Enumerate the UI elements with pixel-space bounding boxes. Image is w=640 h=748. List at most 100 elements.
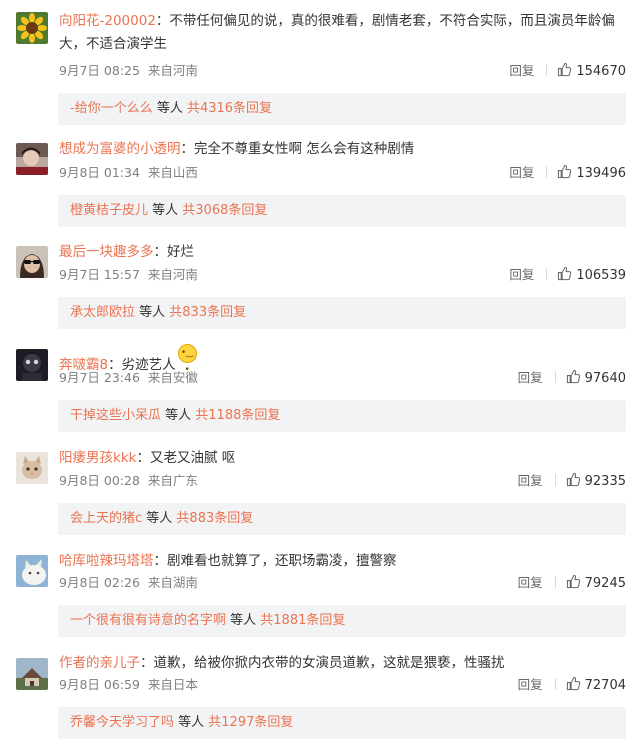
comment-actions: 回复 154670: [509, 62, 626, 80]
reply-user-link[interactable]: 会上天的猪c: [70, 511, 142, 526]
comment-date: 9月7日 23:46: [59, 370, 140, 385]
comment-location: 来自河南: [147, 63, 198, 78]
reply-count-link[interactable]: 共1188条回复: [195, 408, 280, 423]
comment-body: 又老又油腻 呕: [149, 450, 236, 466]
comment-separator: ：: [180, 141, 195, 157]
reply-count-link[interactable]: 共883条回复: [176, 511, 253, 526]
reply-button[interactable]: 回复: [518, 676, 543, 694]
replies-preview[interactable]: 干掉这些小呆瓜 等人 共1188条回复: [58, 400, 626, 432]
reply-button[interactable]: 回复: [509, 62, 534, 80]
like-button[interactable]: 79245: [566, 574, 626, 593]
comment-separator: ：: [140, 655, 154, 671]
comment-text: 最后一块趣多多：好烂: [59, 241, 628, 263]
reply-count-link[interactable]: 共3068条回复: [182, 203, 267, 218]
action-divider: [554, 474, 556, 486]
comment-username[interactable]: 向阳花-200002: [59, 13, 156, 29]
like-count: 72704: [584, 678, 626, 693]
comment-item: 向阳花-200002：不带任何偏见的说，真的很难看，剧情老套，不符合实际，而且演…: [0, 0, 640, 125]
shush-face-emoji-icon: •‿•: [177, 344, 197, 375]
reply-user-link[interactable]: 承太郎欧拉: [70, 305, 135, 320]
comment-actions: 回复 97640: [518, 369, 626, 387]
comment-username[interactable]: 哈库啦辣玛塔塔: [59, 553, 154, 569]
action-divider: [546, 268, 548, 280]
replies-preview[interactable]: 橙黄桔子皮儿 等人 共3068条回复: [58, 195, 626, 227]
like-button[interactable]: 72704: [566, 676, 626, 695]
reply-count-link[interactable]: 共833条回复: [169, 305, 246, 320]
like-count: 106539: [576, 268, 626, 283]
comment-location: 来自山西: [147, 165, 198, 180]
like-count: 154670: [576, 64, 626, 79]
comment-separator: ：: [155, 13, 170, 29]
comment-meta: 9月7日 15:57 来自河南: [59, 266, 198, 284]
reply-count-link[interactable]: 共4316条回复: [187, 101, 272, 116]
comment-item: 想成为富婆的小透明：完全不尊重女性啊 怎么会有这种剧情 9月8日 01:34 来…: [0, 125, 640, 228]
comment-item: 阳痿男孩kkk：又老又油腻 呕 9月8日 00:28 来自广东 回复 92335 …: [0, 434, 640, 537]
avatar[interactable]: [16, 349, 48, 381]
reply-count-link[interactable]: 共1881条回复: [260, 613, 345, 628]
reply-others-text: 等人: [226, 613, 261, 628]
reply-user-link[interactable]: 乔馨今天学习了吗: [70, 715, 174, 730]
comment-separator: ：: [153, 244, 168, 260]
action-divider: [554, 678, 556, 690]
like-button[interactable]: 139496: [557, 164, 626, 183]
replies-preview[interactable]: -给你一个么么 等人 共4316条回复: [58, 93, 626, 125]
reply-others-text: 等人: [135, 305, 170, 320]
like-button[interactable]: 106539: [557, 266, 626, 285]
avatar[interactable]: [16, 658, 48, 690]
reply-user-link[interactable]: 干掉这些小呆瓜: [70, 408, 161, 423]
avatar[interactable]: [16, 246, 48, 278]
comment-actions: 回复 72704: [518, 676, 626, 694]
comment-meta: 9月8日 06:59 来自日本: [59, 676, 198, 694]
comment-location: 来自湖南: [147, 575, 198, 590]
reply-others-text: 等人: [174, 715, 209, 730]
like-button[interactable]: 154670: [557, 62, 626, 81]
comment-username[interactable]: 最后一块趣多多: [59, 244, 154, 260]
avatar[interactable]: [16, 12, 48, 44]
like-button[interactable]: 92335: [566, 472, 626, 491]
like-count: 139496: [576, 166, 626, 181]
replies-preview[interactable]: 乔馨今天学习了吗 等人 共1297条回复: [58, 707, 626, 739]
reply-others-text: 等人: [142, 511, 177, 526]
comment-meta: 9月8日 02:26 来自湖南: [59, 574, 198, 592]
replies-preview[interactable]: 会上天的猪c 等人 共883条回复: [58, 503, 626, 535]
comment-actions: 回复 92335: [518, 472, 626, 490]
avatar[interactable]: [16, 555, 48, 587]
dark-character-avatar-icon: [16, 349, 48, 381]
comment-separator: ：: [153, 553, 168, 569]
replies-preview[interactable]: 承太郎欧拉 等人 共833条回复: [58, 297, 626, 329]
comment-actions: 回复 79245: [518, 574, 626, 592]
reply-others-text: 等人: [161, 408, 196, 423]
comment-username[interactable]: 作者的亲儿子: [59, 655, 140, 671]
comment-body: 完全不尊重女性啊 怎么会有这种剧情: [194, 141, 415, 157]
comment-text: 作者的亲儿子：道歉，给被你掀内衣带的女演员道歉，这就是猥亵，性骚扰: [59, 652, 628, 674]
person-avatar-icon: [16, 143, 48, 175]
reply-user-link[interactable]: -给你一个么么: [70, 101, 153, 116]
comment-item: 最后一块趣多多：好烂 9月7日 15:57 来自河南 回复 106539 承太郎欧…: [0, 228, 640, 331]
action-divider: [554, 576, 556, 588]
comment-username[interactable]: 想成为富婆的小透明: [59, 141, 181, 157]
like-button[interactable]: 97640: [566, 369, 626, 388]
reply-user-link[interactable]: 橙黄桔子皮儿: [70, 203, 148, 218]
comment-body: 剧难看也就算了，还职场霸凌，擅警察: [167, 553, 397, 569]
comment-username[interactable]: 阳痿男孩kkk: [59, 450, 136, 466]
sunglasses-avatar-icon: [16, 246, 48, 278]
reply-button[interactable]: 回复: [509, 164, 534, 182]
white-cat-avatar-icon: [16, 555, 48, 587]
comment-text: 向阳花-200002：不带任何偏见的说，真的很难看，剧情老套，不符合实际，而且演…: [59, 10, 628, 56]
reply-button[interactable]: 回复: [509, 266, 534, 284]
comment-item: 奔啵霸8：劣迹艺人•‿• 9月7日 23:46 来自安徽 回复 97640 干掉这…: [0, 331, 640, 434]
reply-button[interactable]: 回复: [518, 574, 543, 592]
reply-others-text: 等人: [152, 101, 187, 116]
sunflower-avatar-icon: [16, 12, 48, 44]
avatar[interactable]: [16, 452, 48, 484]
comment-text: 哈库啦辣玛塔塔：剧难看也就算了，还职场霸凌，擅警察: [59, 550, 628, 572]
reply-button[interactable]: 回复: [518, 369, 543, 387]
replies-preview[interactable]: 一个很有很有诗意的名字啊 等人 共1881条回复: [58, 605, 626, 637]
comment-list: 向阳花-200002：不带任何偏见的说，真的很难看，剧情老套，不符合实际，而且演…: [0, 0, 640, 748]
reply-button[interactable]: 回复: [518, 472, 543, 490]
avatar[interactable]: [16, 143, 48, 175]
comment-date: 9月7日 08:25: [59, 63, 140, 78]
reply-count-link[interactable]: 共1297条回复: [208, 715, 293, 730]
comment-text: 想成为富婆的小透明：完全不尊重女性啊 怎么会有这种剧情: [59, 138, 628, 160]
reply-user-link[interactable]: 一个很有很有诗意的名字啊: [70, 613, 226, 628]
